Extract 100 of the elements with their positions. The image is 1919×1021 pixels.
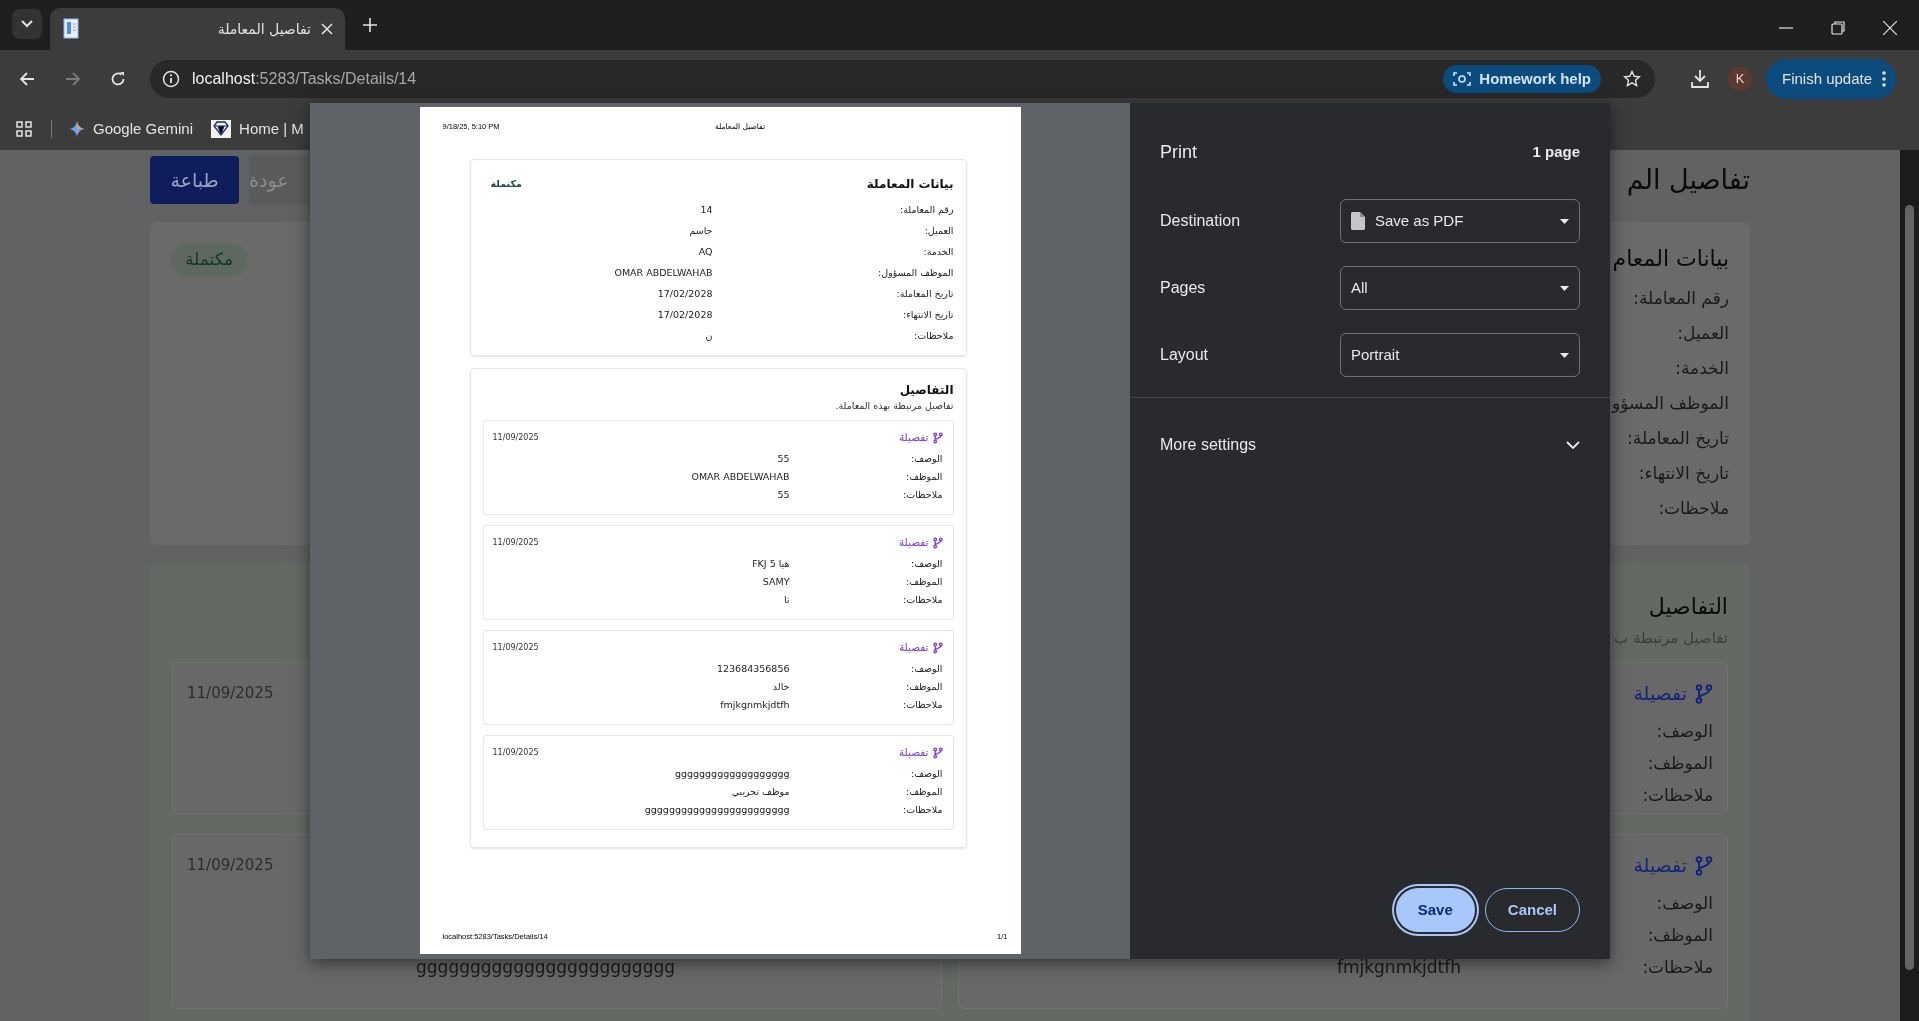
close-icon[interactable] [321, 23, 333, 35]
field-value: 55 [777, 452, 790, 467]
date-text: 11/09/2025 [187, 683, 274, 705]
restore-icon[interactable] [1831, 21, 1845, 35]
chevron-down-icon [21, 20, 33, 28]
field-label: الخدمة: [923, 245, 954, 260]
field-value: fmjkgnmkjdtfh [1336, 955, 1461, 979]
browser-tab[interactable]: تفاصيل المعاملة [50, 8, 345, 50]
dropdown-caret-icon [1560, 218, 1569, 224]
card-title: التفاصيل [898, 382, 954, 399]
field-value: fmjkgnmkjdtfh [720, 698, 790, 713]
field-value: OMAR ABDELWAHAB [691, 470, 790, 485]
field-label: الموظف: [905, 680, 943, 695]
field-value: تا [783, 593, 790, 608]
bookmark-link[interactable]: Home | M [211, 117, 304, 141]
branch-icon [932, 432, 943, 445]
detail-heading: تفصيلة [898, 535, 943, 552]
detail-heading: تفصيلة [898, 430, 943, 447]
field-label: تاريخ المعاملة: [1627, 427, 1729, 451]
field-label: ملاحظات: [903, 803, 943, 818]
url-text: localhost:5283/Tasks/Details/14 [192, 69, 417, 89]
field-label: ملاحظات: [1642, 783, 1713, 807]
field-value: 17/02/2028 [657, 287, 713, 302]
field-label: الموظف: [905, 470, 943, 485]
tab-title: تفاصيل المعاملة [216, 19, 311, 39]
select-field[interactable]: Portrait [1340, 333, 1580, 377]
field-value: خالد [772, 680, 790, 695]
field-label: رقم المعاملة: [900, 203, 954, 218]
bookmark-link[interactable]: Google Gemini [69, 117, 194, 141]
date-text: 11/09/2025 [187, 855, 274, 877]
date-text: 11/09/2025 [492, 537, 539, 550]
more-settings-toggle[interactable]: More settings [1160, 424, 1580, 466]
field-label: الوصف: [910, 452, 943, 467]
field-label: الوصف: [910, 767, 943, 782]
field-label: الوصف: [1656, 891, 1713, 915]
status-badge: مكتملة [171, 243, 248, 277]
avatar[interactable]: K [1728, 67, 1752, 91]
setting-label: Pages [1160, 278, 1206, 298]
field-label: الخدمة: [1675, 357, 1729, 380]
field-label: الموظف: [1647, 923, 1713, 947]
field-value: AQ [698, 245, 713, 260]
field-value: هيا FKJ 5 [752, 557, 790, 572]
field-label: تاريخ المعاملة: [896, 287, 954, 302]
select-field[interactable]: Save as PDF [1340, 199, 1580, 243]
finish-update-button[interactable]: Finish update [1766, 59, 1897, 99]
download-icon[interactable] [1690, 69, 1710, 89]
more-vertical-icon [1882, 71, 1887, 87]
branch-icon [932, 747, 943, 760]
close-icon[interactable] [1883, 21, 1897, 35]
field-value: موظف تجريبي [731, 785, 790, 800]
field-label: تاريخ الانتهاء: [1638, 462, 1729, 486]
info-icon[interactable] [162, 70, 180, 88]
forward-arrow-icon[interactable] [65, 71, 81, 87]
page-count: 1 page [1532, 142, 1580, 163]
setting-label: Destination [1160, 211, 1241, 231]
field-label: الموظف: [1647, 751, 1713, 775]
card-title: التفاصيل [1648, 593, 1728, 621]
select-field[interactable]: All [1340, 266, 1580, 310]
field-label: العميل: [924, 224, 954, 239]
dropdown-caret-icon [1560, 285, 1569, 291]
field-value: gggggggggggggggggggggggg [416, 955, 675, 979]
date-text: 11/09/2025 [492, 747, 539, 760]
field-label: الموظف المسؤو [1612, 392, 1729, 415]
sparkle-icon [69, 121, 85, 137]
document-icon [1351, 212, 1365, 230]
status-text: مكتملة [490, 176, 522, 191]
homework-help-button[interactable]: Homework help [1443, 65, 1601, 93]
star-icon[interactable] [1623, 70, 1641, 88]
card-title: بيانات المعاملة [866, 176, 954, 193]
dialog-title: Print [1160, 141, 1197, 164]
detail-heading: تفصيلة [898, 640, 943, 657]
back-arrow-icon[interactable] [19, 71, 35, 87]
field-label: الوصف: [910, 557, 943, 572]
field-label: العميل: [1677, 322, 1729, 345]
field-value: gggggggggggggggggggggggg [644, 803, 790, 818]
scrollbar-thumb[interactable] [1905, 205, 1914, 970]
camera-icon [1453, 71, 1472, 87]
field-label: الموظف: [905, 575, 943, 590]
setting-label: Layout [1160, 345, 1209, 365]
field-value: SAMY [762, 575, 790, 590]
detail-heading: تفصيلة [1633, 851, 1713, 880]
branch-icon [932, 537, 943, 550]
field-label: الموظف المسؤول: [878, 266, 954, 281]
tab-search-button[interactable] [12, 9, 42, 39]
apps-grid-icon[interactable] [16, 121, 32, 137]
field-label: ملاحظات: [903, 593, 943, 608]
branch-icon [1695, 683, 1713, 704]
reload-icon[interactable] [110, 71, 126, 87]
field-label: ملاحظات: [1642, 955, 1713, 979]
field-label: ملاحظات: [1658, 497, 1729, 520]
field-label: الوصف: [910, 662, 943, 677]
date-text: 11/09/2025 [492, 432, 539, 445]
address-bar[interactable]: localhost:5283/Tasks/Details/14 Homework help [150, 60, 1655, 98]
field-label: تاريخ الانتهاء: [903, 308, 954, 323]
branch-icon [1695, 855, 1713, 876]
print-button[interactable]: طباعة [150, 156, 239, 204]
field-label: ملاحظات: [903, 698, 943, 713]
field-value: OMAR ABDELWAHAB [614, 266, 713, 281]
field-value: 55 [777, 488, 790, 503]
field-label: رقم المعاملة: [1633, 287, 1729, 310]
